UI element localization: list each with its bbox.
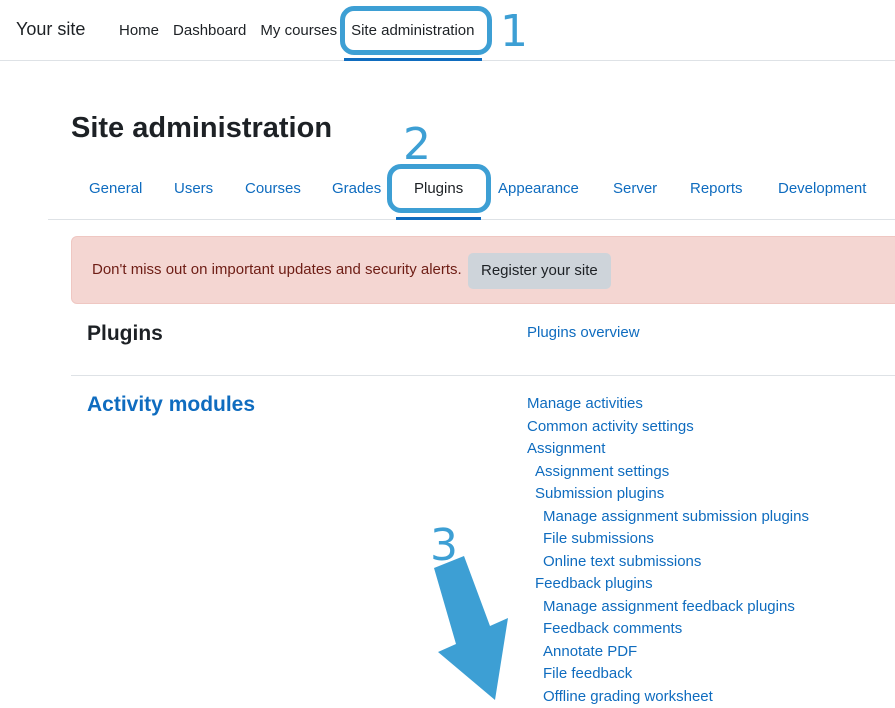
tab-server[interactable]: Server: [613, 163, 657, 220]
alert-message: Don't miss out on important updates and …: [92, 261, 462, 278]
site-name[interactable]: Your site: [16, 19, 85, 40]
primary-navigation: Home Dashboard My courses Site administr…: [112, 0, 482, 61]
assignment-link[interactable]: Assignment: [527, 440, 605, 457]
tab-courses[interactable]: Courses: [245, 163, 301, 220]
nav-home[interactable]: Home: [112, 0, 166, 61]
nav-dashboard[interactable]: Dashboard: [166, 0, 253, 61]
activity-modules-heading[interactable]: Activity modules: [87, 393, 255, 417]
online-text-submissions-link[interactable]: Online text submissions: [543, 553, 701, 570]
offline-grading-worksheet-link[interactable]: Offline grading worksheet: [543, 688, 713, 705]
plugins-heading: Plugins: [87, 322, 163, 345]
tab-reports[interactable]: Reports: [690, 163, 743, 220]
file-feedback-link[interactable]: File feedback: [543, 665, 632, 682]
nav-my-courses[interactable]: My courses: [253, 0, 344, 61]
tab-plugins[interactable]: Plugins: [395, 163, 482, 220]
tab-general[interactable]: General: [89, 163, 142, 220]
common-activity-settings-link[interactable]: Common activity settings: [527, 418, 694, 435]
manage-activities-link[interactable]: Manage activities: [527, 395, 643, 412]
tab-development[interactable]: Development: [778, 163, 866, 220]
secondary-navigation: General Users Courses Grades Plugins App…: [48, 163, 895, 220]
annotation-step-1: 1: [500, 6, 528, 57]
nav-site-administration[interactable]: Site administration: [344, 0, 482, 61]
annotation-step-2: 2: [403, 119, 431, 170]
register-site-button[interactable]: Register your site: [468, 253, 611, 289]
registration-alert: Don't miss out on important updates and …: [71, 236, 895, 304]
manage-feedback-plugins-link[interactable]: Manage assignment feedback plugins: [543, 598, 795, 615]
feedback-plugins-link[interactable]: Feedback plugins: [535, 575, 653, 592]
manage-submission-plugins-link[interactable]: Manage assignment submission plugins: [543, 508, 809, 525]
file-submissions-link[interactable]: File submissions: [543, 530, 654, 547]
tab-grades[interactable]: Grades: [332, 163, 381, 220]
top-navbar: Your site Home Dashboard My courses Site…: [0, 0, 895, 61]
tab-users[interactable]: Users: [174, 163, 213, 220]
page-title: Site administration: [71, 112, 333, 144]
tab-appearance[interactable]: Appearance: [498, 163, 579, 220]
annotation-arrow-icon: [434, 556, 508, 700]
annotate-pdf-link[interactable]: Annotate PDF: [543, 643, 637, 660]
assignment-settings-link[interactable]: Assignment settings: [535, 463, 669, 480]
plugins-overview-link[interactable]: Plugins overview: [527, 324, 640, 341]
feedback-comments-link[interactable]: Feedback comments: [543, 620, 682, 637]
submission-plugins-link[interactable]: Submission plugins: [535, 485, 664, 502]
section-divider: [71, 375, 895, 376]
